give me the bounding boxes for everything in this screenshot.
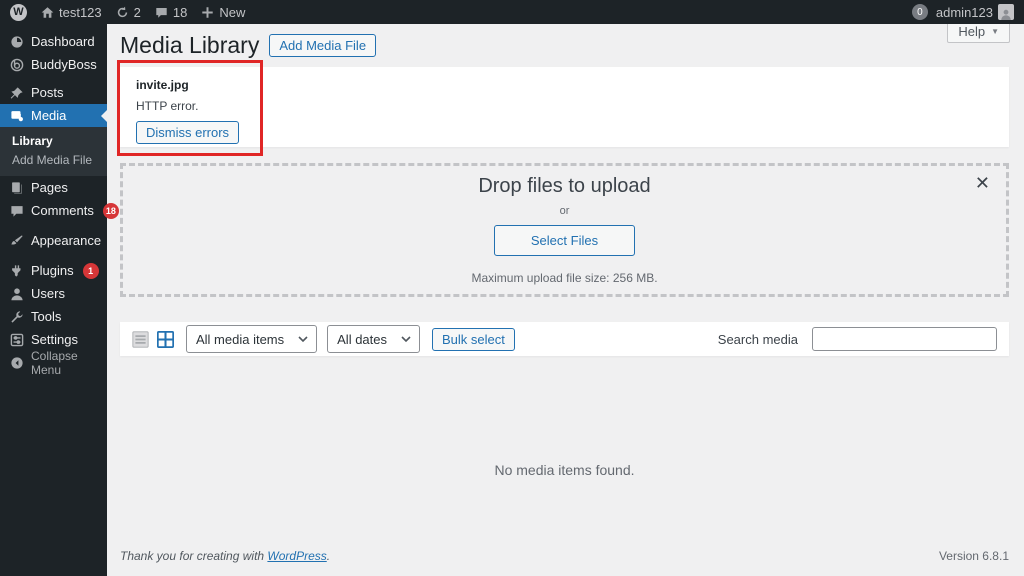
settings-icon [9, 333, 24, 347]
comments-icon [9, 204, 24, 218]
search-media-input[interactable] [812, 327, 997, 351]
sidebar-item-label: BuddyBoss [31, 57, 97, 72]
drop-files-zone[interactable]: ✕ Drop files to upload or Select Files M… [120, 163, 1009, 297]
site-name-label: test123 [59, 4, 102, 20]
error-filename: invite.jpg [136, 78, 189, 92]
updates-link[interactable]: 2 [116, 5, 141, 20]
empty-library-message: No media items found. [494, 462, 635, 478]
admin-footer: Thank you for creating with WordPress. V… [120, 549, 1009, 563]
bulk-select-button[interactable]: Bulk select [432, 327, 515, 351]
new-label: New [219, 4, 246, 20]
footer-thanks-text: Thank you for creating with [120, 549, 268, 563]
sidebar-item-plugins[interactable]: Plugins 1 [0, 259, 107, 282]
dropzone-title: Drop files to upload [478, 175, 651, 197]
sidebar-item-comments[interactable]: Comments 18 [0, 199, 119, 222]
avatar [998, 4, 1014, 20]
sidebar-item-buddyboss[interactable]: BuddyBoss [0, 53, 107, 76]
version-label: Version 6.8.1 [938, 549, 1009, 563]
user-icon [9, 287, 24, 301]
sidebar-item-appearance[interactable]: Appearance [0, 229, 107, 252]
dropzone-or-label: or [559, 205, 570, 217]
dismiss-errors-button[interactable]: Dismiss errors [136, 121, 240, 144]
media-type-filter-value: All media items [196, 331, 285, 347]
wordpress-logo-menu[interactable]: W [10, 3, 27, 21]
wrench-icon [9, 310, 24, 324]
comment-bubble-icon [155, 6, 168, 19]
media-submenu: Library Add Media File [0, 127, 107, 176]
sidebar-item-label: Posts [31, 85, 64, 100]
site-name-link[interactable]: test123 [41, 5, 102, 20]
max-upload-size-note: Maximum upload file size: 256 MB. [471, 271, 658, 285]
sidebar-item-label: Plugins [31, 263, 74, 278]
sidebar-item-pages[interactable]: Pages [0, 176, 107, 199]
date-filter-value: All dates [337, 331, 388, 347]
wordpress-logo-icon: W [10, 3, 27, 21]
page-title: Media Library [120, 32, 260, 58]
wordpress-link[interactable]: WordPress [267, 549, 326, 563]
buddyboss-icon [9, 58, 24, 72]
media-toolbar: All media items All dates Bulk select Se… [120, 322, 1009, 356]
sidebar-item-label: Users [31, 286, 65, 301]
new-content-menu[interactable]: New [201, 5, 245, 20]
plus-icon [201, 6, 214, 19]
sidebar-item-label: Appearance [31, 233, 102, 248]
admin-bar: W test123 2 18 New 0 admin123 [0, 0, 1024, 24]
plugins-count-badge: 1 [82, 262, 99, 279]
updates-count: 2 [133, 4, 141, 20]
submenu-item-add-media-file[interactable]: Add Media File [0, 151, 107, 170]
sidebar-item-label: Collapse Menu [31, 348, 78, 377]
media-icon [9, 109, 24, 123]
sidebar-item-label: Dashboard [31, 34, 95, 49]
comments-count: 18 [172, 4, 188, 20]
chevron-down-icon: ▼ [991, 27, 999, 36]
grid-view-icon[interactable] [157, 330, 174, 348]
sidebar-item-label: Tools [31, 309, 62, 324]
account-menu[interactable]: admin123 [936, 4, 1014, 20]
media-type-filter-select[interactable]: All media items [186, 325, 318, 353]
sidebar-item-collapse-menu[interactable]: Collapse Menu [0, 348, 107, 377]
add-media-file-button[interactable]: Add Media File [269, 34, 377, 57]
submenu-item-library[interactable]: Library [0, 132, 107, 151]
select-files-button[interactable]: Select Files [493, 225, 636, 256]
help-label: Help [958, 24, 986, 39]
comments-count-badge: 18 [102, 202, 119, 219]
comments-moderation-link[interactable]: 18 [155, 5, 187, 20]
sidebar-item-label: Settings [31, 332, 78, 347]
collapse-arrow-icon [9, 356, 24, 370]
sidebar-item-label: Media [31, 108, 67, 123]
pages-icon [9, 181, 24, 195]
list-view-icon[interactable] [132, 330, 149, 348]
notifications-bubble[interactable]: 0 [911, 4, 928, 20]
pushpin-icon [9, 86, 24, 100]
sidebar-item-tools[interactable]: Tools [0, 305, 107, 328]
username-label: admin123 [935, 4, 993, 20]
paintbrush-icon [9, 234, 24, 248]
date-filter-select[interactable]: All dates [327, 325, 421, 353]
sidebar-item-users[interactable]: Users [0, 282, 107, 305]
sidebar-item-posts[interactable]: Posts [0, 81, 107, 104]
search-media-label: Search media [717, 331, 798, 347]
sidebar-item-media[interactable]: Media [0, 104, 107, 127]
error-message: HTTP error. [136, 99, 199, 113]
updates-icon [116, 6, 129, 19]
upload-error-panel: invite.jpg HTTP error. Dismiss errors [120, 67, 1009, 147]
sidebar-item-label: Pages [31, 180, 68, 195]
close-icon[interactable]: ✕ [975, 174, 990, 192]
sidebar-item-label: Comments [31, 203, 94, 218]
footer-thanks-suffix: . [326, 549, 331, 563]
home-icon [41, 6, 54, 19]
sidebar-item-dashboard[interactable]: Dashboard [0, 30, 107, 53]
content-area: Help ▼ Media Library Add Media File invi… [107, 20, 1024, 576]
admin-sidebar: Dashboard BuddyBoss Posts Media Library … [0, 24, 119, 576]
plugin-icon [9, 264, 24, 278]
dashboard-icon [9, 35, 24, 49]
